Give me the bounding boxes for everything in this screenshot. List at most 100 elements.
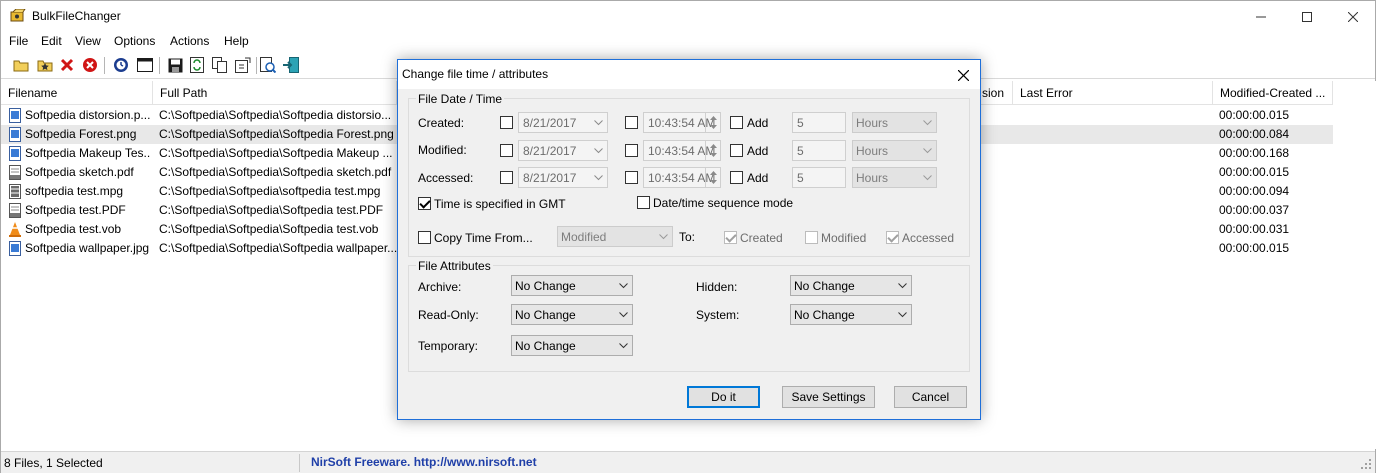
chevron-down-icon [590,113,607,132]
change-time-icon[interactable] [234,56,252,74]
dialog-close-button[interactable] [952,64,974,86]
file-attributes-group-label: File Attributes [416,259,493,273]
accessed-add-amount[interactable]: 5 [792,167,846,188]
dialog-title-bar[interactable]: Change file time / attributes [398,60,980,89]
delete-icon[interactable] [81,56,99,74]
system-select[interactable]: No Change [790,304,912,325]
temporary-select[interactable]: No Change [511,335,633,356]
sequence-mode-checkbox[interactable] [637,196,650,209]
maximize-button[interactable] [1284,1,1330,32]
cell-modified-created: 00:00:00.015 [1219,241,1290,255]
window-icon[interactable] [136,56,154,74]
properties-icon[interactable] [112,56,130,74]
hidden-label: Hidden: [696,280,738,294]
menu-help[interactable]: Help [224,34,249,48]
menu-options[interactable]: Options [114,34,155,48]
exit-icon[interactable] [282,56,300,74]
cancel-button[interactable]: Cancel [894,386,967,408]
add-files-icon[interactable] [36,56,54,74]
modified-unit-select[interactable]: Hours [852,140,937,161]
created-label: Created: [418,116,465,130]
temporary-label: Temporary: [418,339,479,353]
created-time-picker[interactable]: 10:43:54 AM [643,112,721,133]
to-modified-checkbox[interactable] [805,231,818,244]
minimize-button[interactable] [1238,1,1284,32]
created-add-amount[interactable]: 5 [792,112,846,133]
modified-add-amount[interactable]: 5 [792,140,846,161]
status-divider [299,454,300,472]
gmt-label: Time is specified in GMT [434,197,566,211]
image-file-icon [9,108,21,123]
readonly-select[interactable]: No Change [511,304,633,325]
created-add-checkbox[interactable] [730,116,743,129]
column-header-modified-created[interactable]: Modified-Created ... [1213,81,1333,105]
do-it-button[interactable]: Do it [687,386,760,408]
chevron-down-icon [894,305,911,324]
gmt-checkbox[interactable] [418,197,431,210]
sequence-mode-label: Date/time sequence mode [653,196,794,210]
modified-time-picker[interactable]: 10:43:54 AM [643,140,721,161]
modified-time-checkbox[interactable] [625,144,638,157]
cell-filename: Softpedia test.vob [25,222,122,236]
accessed-time-picker[interactable]: 10:43:54 AM [643,167,721,188]
status-bar: 8 Files, 1 Selected NirSoft Freeware. ht… [1,451,1375,473]
accessed-unit-select[interactable]: Hours [852,167,937,188]
modified-add-checkbox[interactable] [730,144,743,157]
menu-actions[interactable]: Actions [170,34,209,48]
menu-view[interactable]: View [75,34,101,48]
cell-filename: Softpedia distorsion.p... [25,108,151,122]
created-time-checkbox[interactable] [625,116,638,129]
save-icon[interactable] [166,56,184,74]
title-bar[interactable]: BulkFileChanger [1,1,1375,32]
cell-filename: Softpedia sketch.pdf [25,165,134,179]
column-header-filename[interactable]: Filename [1,81,153,105]
refresh-icon[interactable] [188,56,206,74]
cell-modified-created: 00:00:00.168 [1219,146,1290,160]
menu-edit[interactable]: Edit [41,34,62,48]
created-add-label: Add [747,116,769,130]
cell-full-path: C:\Softpedia\Softpedia\Softpedia Makeup … [159,146,393,160]
copy-source-select[interactable]: Modified [557,226,673,247]
cell-modified-created: 00:00:00.084 [1219,127,1290,141]
accessed-date-picker[interactable]: 8/21/2017 [518,167,608,188]
modified-date-checkbox[interactable] [500,144,513,157]
accessed-date-checkbox[interactable] [500,171,513,184]
cell-modified-created: 00:00:00.094 [1219,184,1290,198]
close-button[interactable] [1330,1,1376,32]
accessed-time-checkbox[interactable] [625,171,638,184]
time-spinner[interactable] [705,141,720,160]
remove-icon[interactable] [58,56,76,74]
save-settings-button[interactable]: Save Settings [782,386,875,408]
open-folder-icon[interactable] [12,56,30,74]
menu-file[interactable]: File [9,34,28,48]
status-nirsoft-link[interactable]: NirSoft Freeware. http://www.nirsoft.net [311,455,537,469]
pdf-file-icon [9,203,21,218]
created-unit-select[interactable]: Hours [852,112,937,133]
modified-add-label: Add [747,144,769,158]
copy-icon[interactable] [211,56,229,74]
column-header-partial[interactable]: sion [981,81,1013,105]
app-icon [10,8,26,23]
accessed-add-checkbox[interactable] [730,171,743,184]
to-accessed-checkbox[interactable] [886,231,899,244]
hidden-select[interactable]: No Change [790,275,912,296]
vlc-cone-icon [9,222,21,237]
column-header-last-error[interactable]: Last Error [1013,81,1213,105]
image-file-icon [9,146,21,161]
column-header-full-path[interactable]: Full Path [153,81,397,105]
time-spinner[interactable] [705,113,720,132]
cell-full-path: C:\Softpedia\Softpedia\Softpedia distors… [159,108,392,122]
created-date-picker[interactable]: 8/21/2017 [518,112,608,133]
modified-date-picker[interactable]: 8/21/2017 [518,140,608,161]
archive-select[interactable]: No Change [511,275,633,296]
resize-grip-icon[interactable] [1361,459,1372,470]
menu-bar: File Edit View Options Actions Help [1,32,1375,52]
copy-time-label: Copy Time From... [434,231,533,245]
to-created-checkbox[interactable] [724,231,737,244]
copy-time-checkbox[interactable] [418,231,431,244]
cell-modified-created: 00:00:00.037 [1219,203,1290,217]
to-accessed-label: Accessed [902,231,955,245]
run-icon[interactable] [259,56,277,74]
time-spinner[interactable] [705,168,720,187]
created-date-checkbox[interactable] [500,116,513,129]
